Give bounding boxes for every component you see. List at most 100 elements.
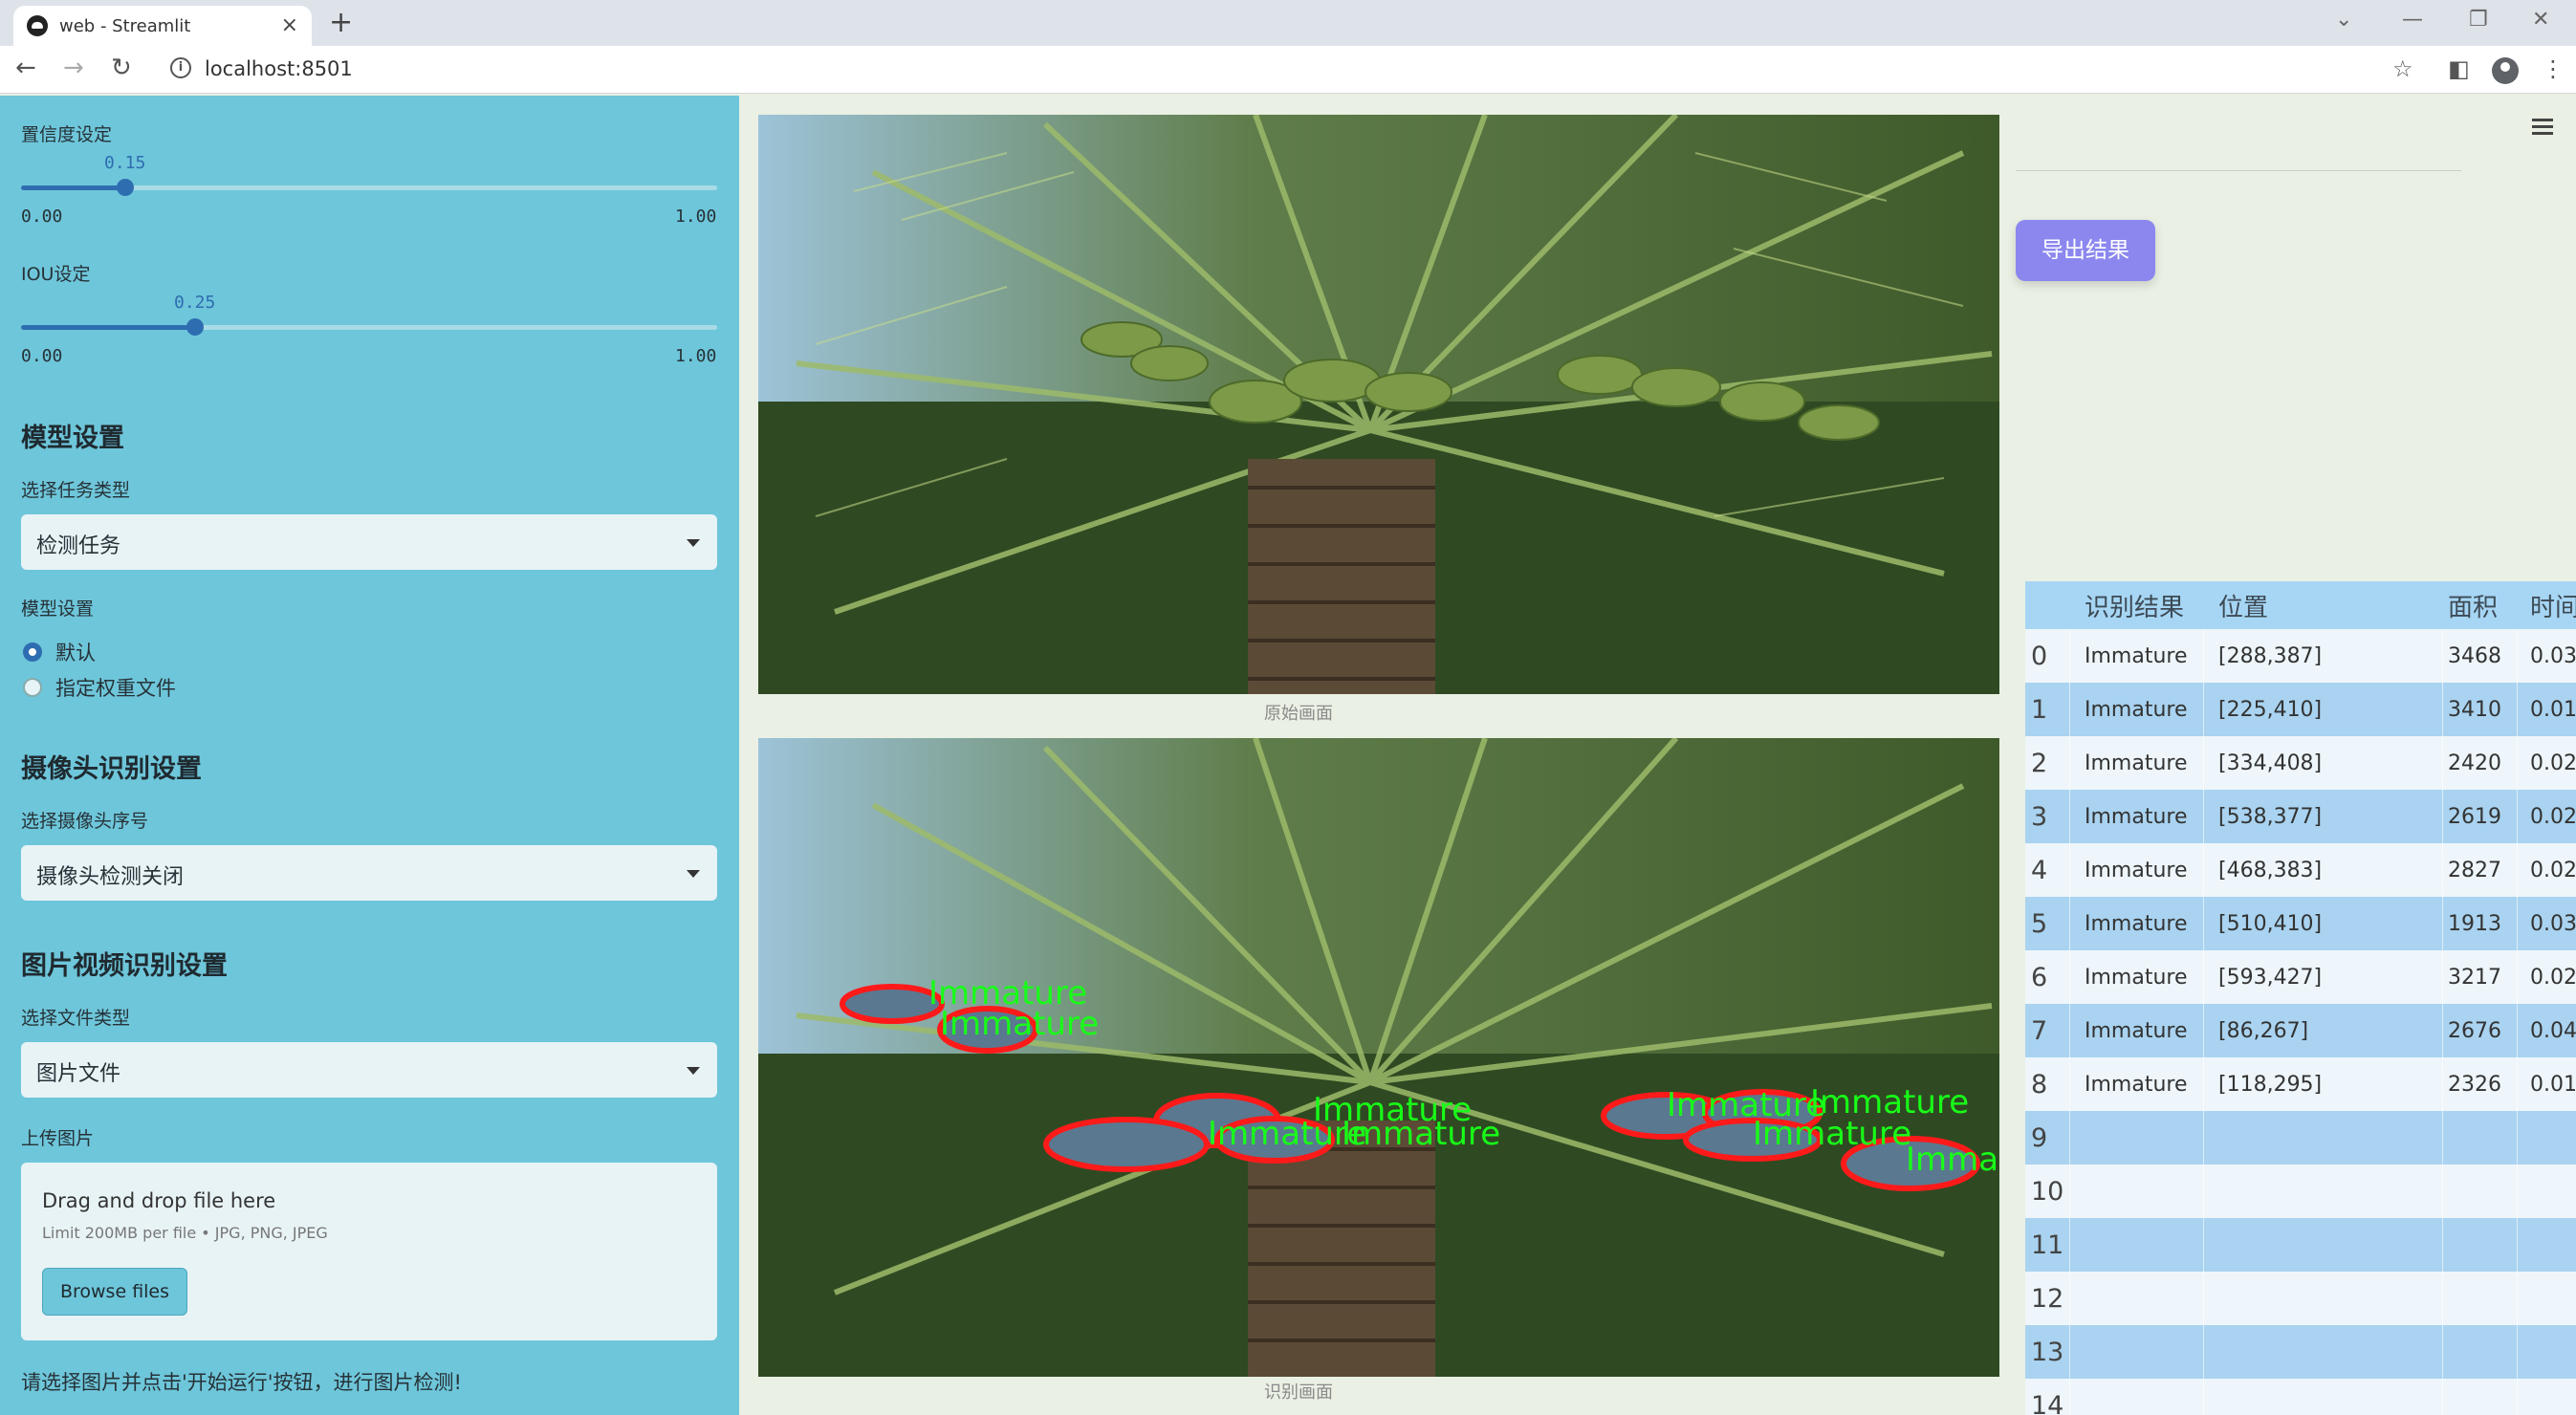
table-row[interactable]: 0 Immature [288,387] 3468 0.03 bbox=[2025, 629, 2576, 683]
confidence-slider-thumb[interactable] bbox=[117, 179, 134, 196]
table-row[interactable]: 4 Immature [468,383] 2827 0.02 bbox=[2025, 843, 2576, 897]
header-time[interactable]: 时间 bbox=[2517, 581, 2576, 629]
close-window-icon[interactable]: ✕ bbox=[2532, 8, 2549, 32]
browse-files-button[interactable]: Browse files bbox=[42, 1268, 187, 1316]
row-index: 0 bbox=[2031, 641, 2048, 671]
row-index: 14 bbox=[2031, 1390, 2064, 1415]
row-index: 5 bbox=[2031, 908, 2048, 939]
task-type-select[interactable]: 检测任务 bbox=[21, 514, 717, 570]
cell-time: 0.01 bbox=[2530, 697, 2576, 722]
column-separator bbox=[2442, 1379, 2443, 1415]
row-index: 4 bbox=[2031, 855, 2048, 885]
table-row[interactable]: 8 Immature [118,295] 2326 0.01 bbox=[2025, 1057, 2576, 1111]
table-row[interactable]: 3 Immature [538,377] 2619 0.02 bbox=[2025, 790, 2576, 843]
new-tab-icon[interactable]: + bbox=[329, 6, 353, 39]
column-separator bbox=[2069, 1325, 2070, 1379]
minimize-icon[interactable]: — bbox=[2402, 8, 2423, 32]
cell-time: 0.02 bbox=[2530, 751, 2576, 775]
table-row[interactable]: 10 bbox=[2025, 1165, 2576, 1218]
detection-label: Immature bbox=[1753, 1115, 1911, 1153]
profile-avatar-icon[interactable] bbox=[2492, 57, 2519, 84]
table-row[interactable]: 6 Immature [593,427] 3217 0.02 bbox=[2025, 950, 2576, 1004]
browser-tab[interactable]: web - Streamlit × bbox=[13, 6, 312, 46]
result-caption: 识别画面 bbox=[1264, 1382, 1333, 1403]
table-row[interactable]: 2 Immature [334,408] 2420 0.02 bbox=[2025, 736, 2576, 790]
task-type-label: 选择任务类型 bbox=[21, 480, 131, 501]
column-separator bbox=[2203, 683, 2204, 736]
table-row[interactable]: 9 bbox=[2025, 1111, 2576, 1165]
confidence-max: 1.00 bbox=[675, 207, 717, 227]
column-separator bbox=[2203, 1165, 2204, 1218]
column-separator bbox=[2203, 790, 2204, 843]
column-separator bbox=[2203, 629, 2204, 683]
browser-menu-icon[interactable]: ⋮ bbox=[2542, 55, 2565, 82]
table-row[interactable]: 5 Immature [510,410] 1913 0.03 bbox=[2025, 897, 2576, 950]
column-separator bbox=[2069, 843, 2070, 897]
table-row[interactable]: 11 bbox=[2025, 1218, 2576, 1272]
table-row[interactable]: 14 bbox=[2025, 1379, 2576, 1415]
media-settings-heading: 图片视频识别设置 bbox=[21, 951, 228, 981]
cell-time: 0.02 bbox=[2530, 858, 2576, 882]
cell-result bbox=[2069, 1165, 2203, 1218]
row-index: 6 bbox=[2031, 962, 2048, 992]
camera-index-select[interactable]: 摄像头检测关闭 bbox=[21, 845, 717, 901]
column-separator bbox=[2069, 897, 2070, 950]
app-menu-icon[interactable] bbox=[2532, 119, 2553, 136]
detection-label: Immature bbox=[940, 1005, 1099, 1043]
row-index: 13 bbox=[2031, 1337, 2064, 1367]
column-separator bbox=[2203, 1272, 2204, 1325]
detection-label: Immature bbox=[1906, 1141, 1999, 1179]
side-panel-icon[interactable]: ◧ bbox=[2448, 55, 2470, 82]
file-type-value: 图片文件 bbox=[36, 1062, 121, 1086]
column-separator bbox=[2069, 950, 2070, 1004]
column-separator bbox=[2517, 843, 2518, 897]
file-dropzone[interactable]: Drag and drop file here Limit 200MB per … bbox=[21, 1163, 717, 1340]
header-result[interactable]: 识别结果 bbox=[2069, 581, 2203, 629]
reload-icon[interactable]: ↻ bbox=[111, 54, 132, 82]
table-row[interactable]: 7 Immature [86,267] 2676 0.04 bbox=[2025, 1004, 2576, 1057]
iou-slider[interactable] bbox=[21, 318, 717, 336]
export-results-button[interactable]: 导出结果 bbox=[2016, 220, 2155, 281]
column-separator bbox=[2517, 736, 2518, 790]
restore-icon[interactable]: ❐ bbox=[2469, 8, 2488, 32]
dropzone-title: Drag and drop file here bbox=[42, 1189, 276, 1212]
file-type-select[interactable]: 图片文件 bbox=[21, 1042, 717, 1098]
iou-slider-thumb[interactable] bbox=[186, 318, 204, 336]
iou-label: IOU设定 bbox=[21, 264, 91, 285]
detection-label: Immature bbox=[1342, 1115, 1500, 1153]
table-row[interactable]: 1 Immature [225,410] 3410 0.01 bbox=[2025, 683, 2576, 736]
row-index: 12 bbox=[2031, 1283, 2064, 1314]
radio-default[interactable] bbox=[23, 642, 42, 662]
iou-min: 0.00 bbox=[21, 346, 63, 366]
forward-icon[interactable]: → bbox=[63, 54, 84, 82]
bookmark-star-icon[interactable]: ☆ bbox=[2392, 55, 2413, 82]
cell-time: 0.02 bbox=[2530, 804, 2576, 829]
tab-search-chevron-icon[interactable]: ⌄ bbox=[2335, 8, 2352, 32]
column-separator bbox=[2069, 1218, 2070, 1272]
result-image: Immature Immature Immature Immature Imma… bbox=[758, 738, 1999, 1377]
cell-result: Immature bbox=[2085, 804, 2188, 829]
iou-slider-fill bbox=[21, 325, 195, 330]
back-icon[interactable]: ← bbox=[15, 54, 36, 82]
tab-title: web - Streamlit bbox=[59, 16, 191, 36]
confidence-slider[interactable] bbox=[21, 179, 717, 196]
model-settings-heading: 模型设置 bbox=[21, 424, 124, 453]
dropzone-limit: Limit 200MB per file • JPG, PNG, JPEG bbox=[42, 1224, 328, 1242]
column-separator bbox=[2442, 1218, 2443, 1272]
radio-custom-weights[interactable] bbox=[23, 678, 42, 697]
table-row[interactable]: 12 bbox=[2025, 1272, 2576, 1325]
task-type-value: 检测任务 bbox=[36, 534, 121, 558]
confidence-min: 0.00 bbox=[21, 207, 63, 227]
cell-result: Immature bbox=[2085, 643, 2188, 668]
column-separator bbox=[2517, 1272, 2518, 1325]
column-separator bbox=[2203, 1325, 2204, 1379]
url-field[interactable]: localhost:8501 bbox=[205, 57, 353, 80]
chevron-down-icon bbox=[687, 1067, 700, 1075]
column-separator bbox=[2069, 629, 2070, 683]
cell-time: 0.03 bbox=[2530, 643, 2576, 668]
site-info-icon[interactable]: i bbox=[170, 57, 191, 78]
cell-result bbox=[2069, 1379, 2203, 1415]
radio-default-label: 默认 bbox=[55, 642, 96, 664]
close-tab-icon[interactable]: × bbox=[281, 13, 298, 37]
table-row[interactable]: 13 bbox=[2025, 1325, 2576, 1379]
